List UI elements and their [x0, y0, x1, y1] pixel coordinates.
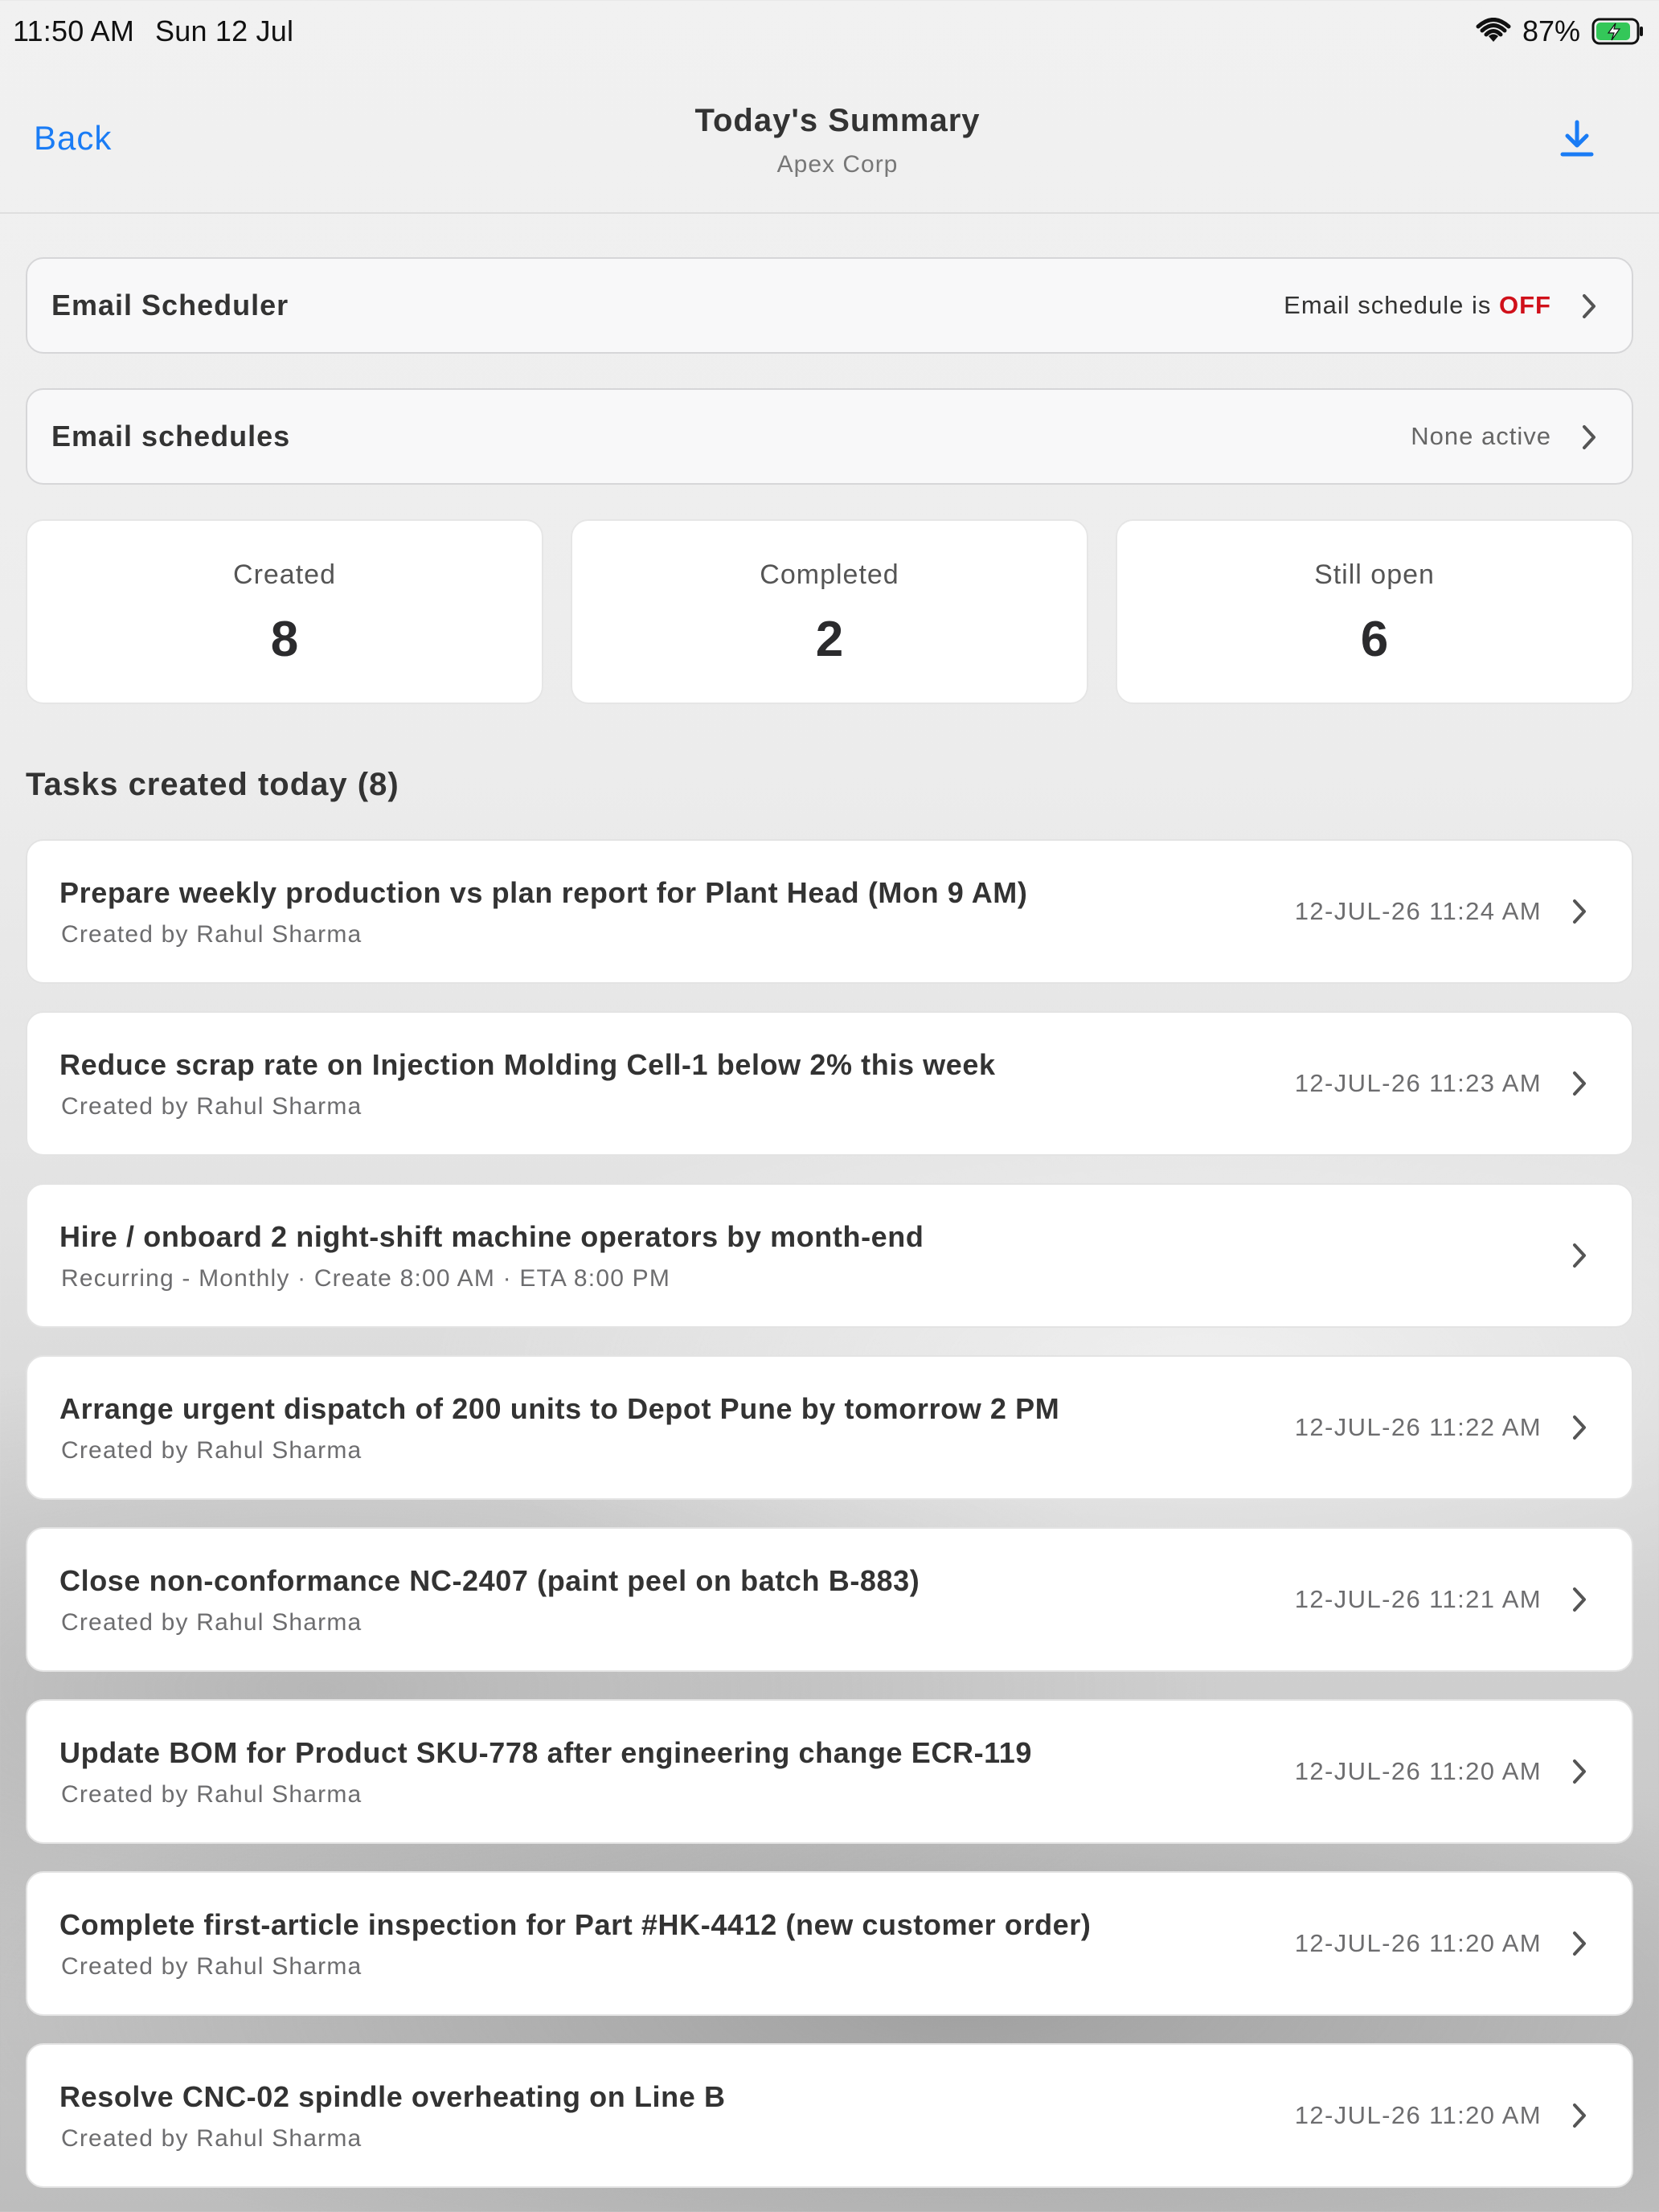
task-date: 12-JUL-26 11:23 AM — [1294, 1069, 1542, 1097]
stat-card-created: Created 8 — [26, 519, 543, 704]
email-schedules-label: Email schedules — [51, 420, 291, 453]
task-row[interactable]: Complete first-article inspection for Pa… — [26, 1871, 1633, 2016]
email-schedules-status: None active — [1411, 422, 1551, 450]
task-subtitle: Created by Rahul Sharma — [61, 1953, 363, 1980]
task-title: Prepare weekly production vs plan report… — [59, 876, 1028, 909]
task-row[interactable]: Update BOM for Product SKU-778 after eng… — [26, 1699, 1633, 1844]
tasks-section-title: Tasks created today (8) — [26, 767, 399, 802]
task-row[interactable]: Reduce scrap rate on Injection Molding C… — [26, 1011, 1633, 1156]
task-title: Resolve CNC-02 spindle overheating on Li… — [59, 2080, 726, 2113]
email-scheduler-label: Email Scheduler — [51, 289, 289, 322]
stat-value: 2 — [815, 612, 844, 667]
page-subtitle: Apex Corp — [776, 151, 899, 178]
task-date: 12-JUL-26 11:24 AM — [1294, 897, 1542, 925]
nav-header: Back Today's Summary Apex Corp — [0, 64, 1659, 214]
battery-charging-icon — [1591, 18, 1643, 45]
chevron-right-icon — [1573, 899, 1586, 924]
chevron-right-icon — [1583, 294, 1596, 318]
stat-card-completed: Completed 2 — [571, 519, 1088, 704]
page-title: Today's Summary — [694, 103, 981, 138]
stat-value: 8 — [270, 612, 299, 667]
task-subtitle: Recurring - Monthly · Create 8:00 AM · E… — [61, 1265, 671, 1292]
task-row[interactable]: Resolve CNC-02 spindle overheating on Li… — [26, 2043, 1633, 2188]
wifi-icon — [1476, 18, 1511, 42]
task-title: Close non-conformance NC-2407 (paint pee… — [59, 1564, 920, 1597]
chevron-right-icon — [1573, 1415, 1586, 1440]
stat-value: 6 — [1360, 612, 1389, 667]
task-subtitle: Created by Rahul Sharma — [61, 1437, 363, 1464]
stat-label: Completed — [760, 559, 899, 590]
task-row[interactable]: Prepare weekly production vs plan report… — [26, 839, 1633, 984]
task-title: Arrange urgent dispatch of 200 units to … — [59, 1392, 1060, 1425]
status-time: 11:50 AM Sun 12 Jul — [13, 14, 294, 47]
email-scheduler-status: Email schedule is OFF — [1284, 291, 1551, 319]
chevron-right-icon — [1573, 1071, 1586, 1096]
chevron-right-icon — [1573, 1759, 1586, 1784]
task-subtitle: Created by Rahul Sharma — [61, 1781, 363, 1808]
task-title: Complete first-article inspection for Pa… — [59, 1908, 1092, 1941]
task-subtitle: Created by Rahul Sharma — [61, 1093, 363, 1120]
task-date: 12-JUL-26 11:20 AM — [1294, 1929, 1542, 1957]
task-date: 12-JUL-26 11:20 AM — [1294, 1757, 1542, 1785]
task-subtitle: Created by Rahul Sharma — [61, 1609, 363, 1636]
task-subtitle: Created by Rahul Sharma — [61, 921, 363, 948]
task-date: 12-JUL-26 11:21 AM — [1294, 1585, 1542, 1613]
task-title: Update BOM for Product SKU-778 after eng… — [59, 1736, 1033, 1769]
task-title: Hire / onboard 2 night-shift machine ope… — [59, 1220, 924, 1253]
email-scheduler-row[interactable]: Email Scheduler Email schedule is OFF — [26, 257, 1633, 354]
chevron-right-icon — [1573, 1587, 1586, 1612]
chevron-right-icon — [1583, 425, 1596, 449]
stat-label: Still open — [1314, 559, 1435, 590]
chevron-right-icon — [1573, 1931, 1586, 1956]
task-date: 12-JUL-26 11:20 AM — [1294, 2101, 1542, 2129]
task-title: Reduce scrap rate on Injection Molding C… — [59, 1048, 996, 1081]
status-indicators: 87% — [1476, 11, 1645, 51]
task-date: 12-JUL-26 11:22 AM — [1294, 1413, 1542, 1441]
email-schedules-row[interactable]: Email schedules None active — [26, 388, 1633, 485]
stat-label: Created — [233, 559, 336, 590]
task-row[interactable]: Hire / onboard 2 night-shift machine ope… — [26, 1183, 1633, 1328]
task-row[interactable]: Close non-conformance NC-2407 (paint pee… — [26, 1527, 1633, 1672]
status-bar: 11:50 AM Sun 12 Jul 87% — [0, 0, 1659, 64]
download-icon[interactable] — [1559, 119, 1595, 159]
chevron-right-icon — [1573, 2103, 1586, 2128]
email-scheduler-state: OFF — [1499, 291, 1551, 319]
task-row[interactable]: Arrange urgent dispatch of 200 units to … — [26, 1355, 1633, 1500]
chevron-right-icon — [1573, 1243, 1586, 1268]
task-subtitle: Created by Rahul Sharma — [61, 2125, 363, 2152]
battery-percentage: 87% — [1522, 14, 1580, 47]
stat-card-still-open: Still open 6 — [1116, 519, 1633, 704]
